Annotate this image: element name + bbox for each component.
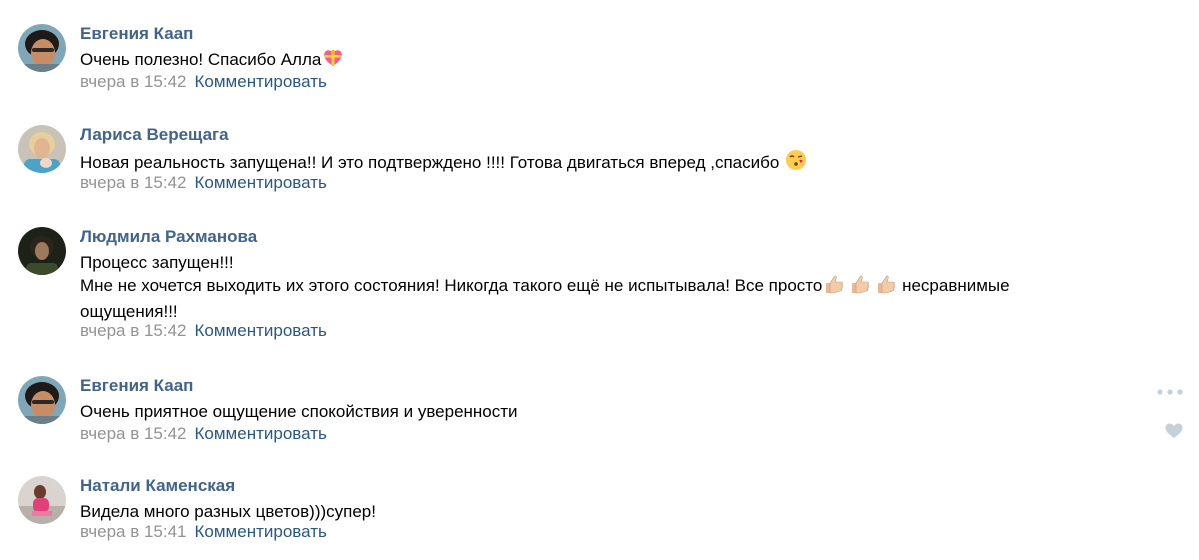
comment-text-line: Новая реальность запущена!! И это подтве…	[80, 153, 780, 172]
comment-date[interactable]: вчера в 15:41	[80, 522, 187, 541]
comment-text: Очень полезно! Спасибо Алла	[80, 48, 1160, 74]
comment-author[interactable]: Натали Каменская	[80, 476, 235, 496]
comment-meta: вчера в 15:41 Комментировать	[80, 522, 327, 542]
avatar[interactable]	[18, 125, 66, 173]
comment-author[interactable]: Евгения Каап	[80, 24, 193, 44]
comment-author[interactable]: Лариса Верещага	[80, 125, 229, 145]
avatar[interactable]	[18, 376, 66, 424]
reply-button[interactable]: Комментировать	[195, 72, 327, 91]
reply-button[interactable]: Комментировать	[195, 321, 327, 340]
comment-date[interactable]: вчера в 15:42	[80, 424, 187, 443]
avatar[interactable]	[18, 227, 66, 275]
comment-text-line: Мне не хочется выходить их этого состоян…	[80, 276, 823, 295]
comment-text: Видела много разных цветов)))супер!	[80, 500, 1160, 523]
reply-button[interactable]: Комментировать	[195, 173, 327, 192]
comment-text-line: Очень полезно! Спасибо Алла	[80, 50, 322, 69]
gift-heart-icon	[322, 48, 344, 74]
comment-date[interactable]: вчера в 15:42	[80, 72, 187, 91]
avatar[interactable]	[18, 476, 66, 524]
thumbs-up-icon	[849, 274, 871, 300]
reply-button[interactable]: Комментировать	[195, 424, 327, 443]
thumbs-up-icon	[823, 274, 845, 300]
comment-meta: вчера в 15:42 Комментировать	[80, 72, 327, 92]
comment-list: Евгения Каап Очень полезно! Спасибо Алла…	[0, 0, 1199, 560]
comment-date[interactable]: вчера в 15:42	[80, 173, 187, 192]
comment-text: Процесс запущен!!! Мне не хочется выходи…	[80, 251, 1160, 323]
comment-text-line: Очень приятное ощущение спокойствия и ув…	[80, 402, 518, 421]
face-blowing-kiss-icon	[785, 149, 807, 177]
reply-button[interactable]: Комментировать	[195, 522, 327, 541]
comment-meta: вчера в 15:42 Комментировать	[80, 173, 327, 193]
more-dots-icon[interactable]	[1156, 383, 1184, 395]
thumbs-up-icon	[875, 274, 897, 300]
comment-text: Очень приятное ощущение спокойствия и ув…	[80, 400, 1160, 423]
comment-text-line: несравнимые	[902, 276, 1010, 295]
comment-text-line: ощущения!!!	[80, 302, 178, 321]
comment-meta: вчера в 15:42 Комментировать	[80, 424, 327, 444]
heart-icon[interactable]	[1165, 423, 1183, 439]
comment-text-line: Процесс запущен!!!	[80, 253, 234, 272]
avatar[interactable]	[18, 24, 66, 72]
comment-date[interactable]: вчера в 15:42	[80, 321, 187, 340]
comment-author[interactable]: Евгения Каап	[80, 376, 193, 396]
comment-text-line: Видела много разных цветов)))супер!	[80, 502, 376, 521]
comment-meta: вчера в 15:42 Комментировать	[80, 321, 327, 341]
comment-author[interactable]: Людмила Рахманова	[80, 227, 257, 247]
